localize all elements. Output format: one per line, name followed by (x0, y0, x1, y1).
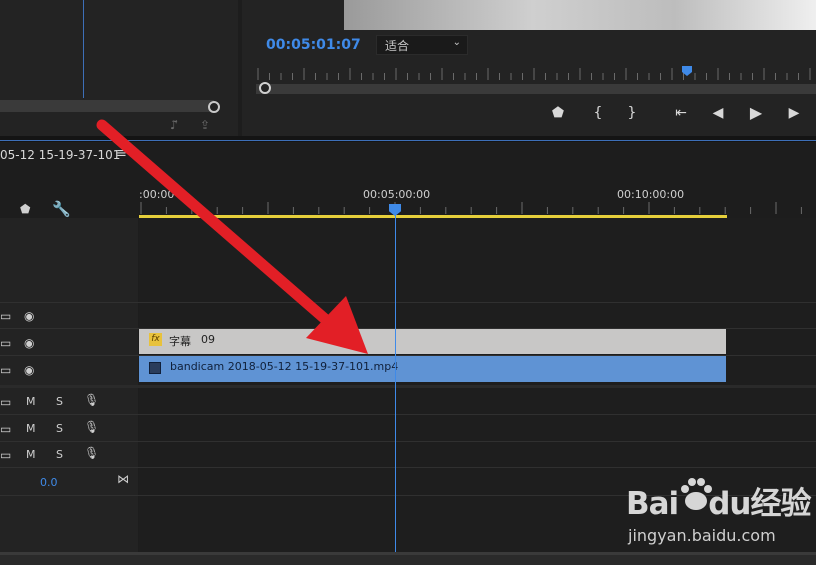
mark-in-icon[interactable]: { (588, 104, 608, 122)
source-scroll-handle[interactable] (208, 101, 220, 113)
paw-icon (681, 478, 712, 510)
source-monitor-panel: ♪⃗ ⇪ (0, 0, 238, 136)
add-marker-icon[interactable]: ⬟ (548, 104, 568, 122)
solo-button[interactable]: S (56, 448, 63, 461)
row-separator (0, 414, 816, 415)
film-icon[interactable]: ▭ (0, 448, 11, 462)
eye-icon[interactable]: ◉ (24, 336, 34, 350)
step-forward-icon[interactable]: ▶ (784, 104, 804, 122)
add-marker-icon[interactable]: ⬟ (20, 202, 30, 216)
eye-icon[interactable]: ◉ (24, 363, 34, 377)
fit-select[interactable]: 适合 ⌄ (376, 35, 468, 55)
video-audio-divider[interactable] (0, 385, 816, 388)
film-icon[interactable]: ▭ (0, 422, 11, 436)
master-volume-value[interactable]: 0.0 (40, 476, 58, 489)
hamburger-menu-icon[interactable]: ≡ (116, 146, 127, 161)
timeline-ruler[interactable] (139, 200, 816, 214)
video-clip-label: bandicam 2018-05-12 15-19-37-101.mp4 (170, 360, 399, 373)
source-playhead-line (83, 0, 84, 98)
audio-drag-icon[interactable]: ♪⃗ (170, 118, 178, 132)
fit-select-value: 适合 (385, 39, 410, 53)
microphone-icon[interactable]: 🎙 (84, 420, 99, 434)
title-clip[interactable]: fx 字幕 09 (139, 329, 726, 354)
video-clip[interactable]: bandicam 2018-05-12 15-19-37-101.mp4 (139, 356, 726, 382)
film-icon[interactable]: ▭ (0, 363, 11, 377)
play-icon[interactable]: ▶ (746, 104, 766, 122)
clip-thumbnail-icon (149, 362, 161, 374)
watermark-url: jingyan.baidu.com (628, 526, 776, 545)
mark-out-icon[interactable]: } (622, 104, 642, 122)
scrollbar-track (0, 552, 816, 555)
sequence-tab-label[interactable]: 05-12 15-19-37-101 (0, 148, 120, 162)
program-video-frame (344, 0, 816, 30)
row-separator (0, 302, 816, 303)
film-icon[interactable]: ▭ (0, 336, 11, 350)
export-frame-icon[interactable]: ⇪ (200, 118, 210, 132)
row-separator (0, 441, 816, 442)
film-icon[interactable]: ▭ (0, 395, 11, 409)
title-clip-label: 字幕 (169, 335, 191, 348)
mute-button[interactable]: M (26, 395, 36, 408)
timeline-playhead-line[interactable] (395, 212, 396, 552)
baidu-logo: Bai du经验 (626, 478, 811, 523)
panel-divider[interactable] (0, 136, 816, 142)
wrench-icon[interactable]: 🔧 (52, 200, 71, 218)
program-timecode[interactable]: 00:05:01:07 (266, 37, 361, 53)
panel-focus-line (0, 140, 816, 141)
program-time-ruler[interactable] (256, 66, 816, 80)
fx-badge-icon: fx (149, 333, 162, 346)
program-scroll-handle[interactable] (259, 82, 271, 94)
microphone-icon[interactable]: 🎙 (84, 393, 99, 407)
program-zoom-scrollbar[interactable] (256, 84, 816, 94)
baidu-logo-cn: 经验 (750, 486, 811, 522)
go-to-in-icon[interactable]: ⇤ (671, 104, 691, 122)
step-back-icon[interactable]: ◀ (708, 104, 728, 122)
chevron-down-icon: ⌄ (452, 37, 461, 48)
mute-button[interactable]: M (26, 448, 36, 461)
source-scrollbar[interactable] (0, 100, 214, 112)
eye-icon[interactable]: ◉ (24, 309, 34, 323)
film-icon[interactable]: ▭ (0, 309, 11, 323)
mute-button[interactable]: M (26, 422, 36, 435)
timeline-scrollbar[interactable] (0, 552, 816, 565)
row-separator (0, 467, 816, 468)
solo-button[interactable]: S (56, 395, 63, 408)
baidu-logo-text: Bai (626, 486, 679, 522)
title-clip-number: 09 (201, 333, 215, 346)
bowtie-icon[interactable]: ⋈ (117, 472, 129, 486)
microphone-icon[interactable]: 🎙 (84, 446, 99, 460)
solo-button[interactable]: S (56, 422, 63, 435)
